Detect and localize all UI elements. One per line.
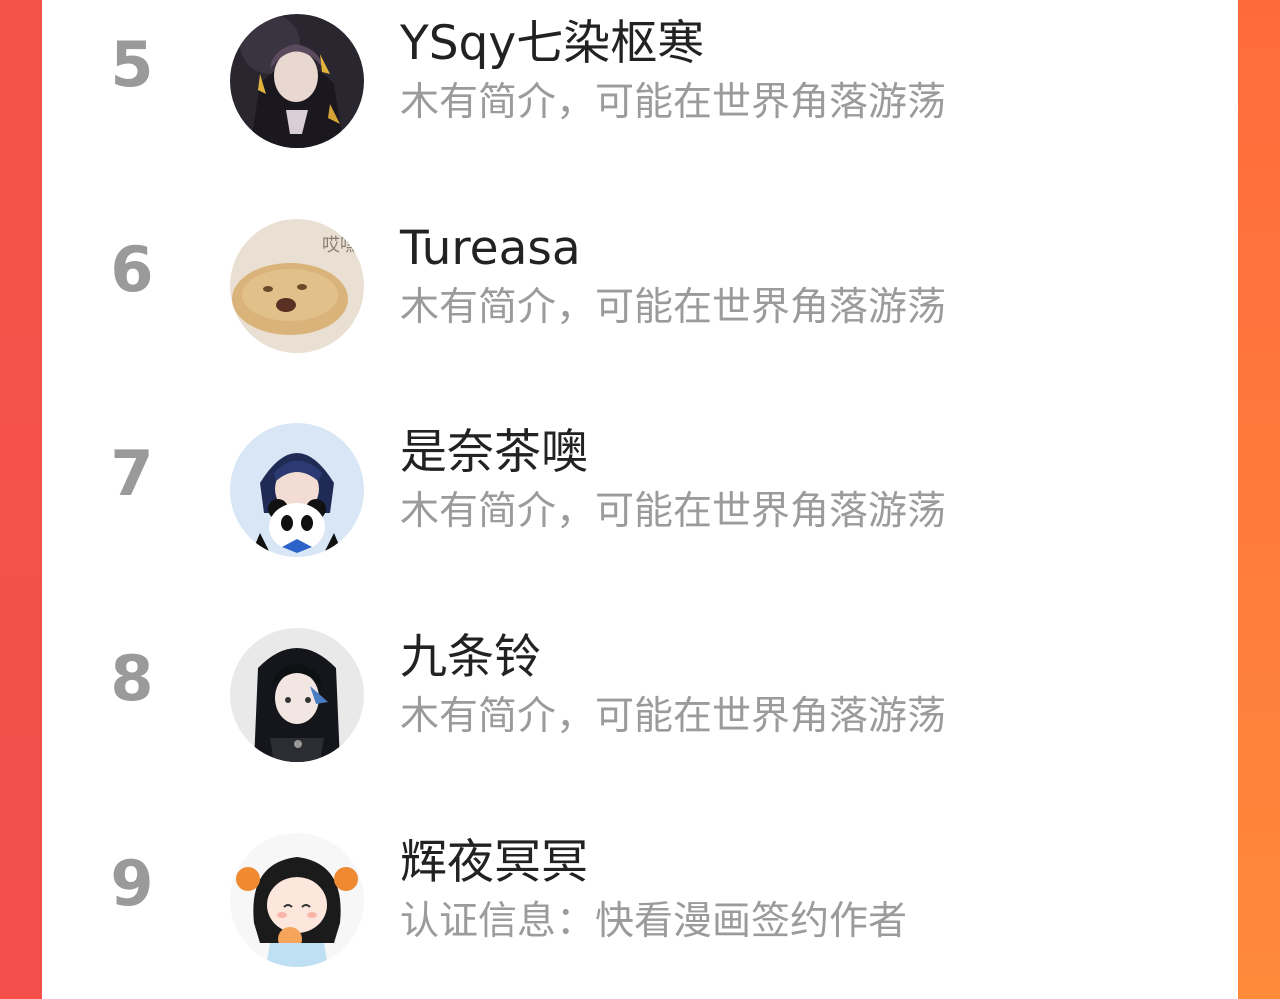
list-item[interactable]: 6 哎嘿 Tureasa 木有简介，可能在世界角落游荡	[42, 205, 1238, 355]
avatar-dark-anime-image	[230, 14, 364, 148]
user-name[interactable]: Tureasa	[400, 223, 581, 275]
user-description: 木有简介，可能在世界角落游荡	[400, 489, 947, 534]
avatar[interactable]	[230, 628, 364, 762]
rank-number: 7	[110, 437, 154, 510]
user-description: 木有简介，可能在世界角落游荡	[400, 80, 947, 125]
list-item[interactable]: 5 YSqy七染枢寒 木有简介，可能在世界角落游荡	[42, 0, 1238, 150]
list-item[interactable]: 8 九条铃 木有简介，可能在世界角落游荡	[42, 614, 1238, 764]
avatar-chibi-girl-image	[230, 833, 364, 967]
rank-number: 5	[110, 28, 154, 101]
user-description: 木有简介，可能在世界角落游荡	[400, 285, 947, 330]
user-name[interactable]: YSqy七染枢寒	[400, 18, 704, 70]
list-item[interactable]: 7 是奈茶噢 木有简介，可能在世界角落游荡	[42, 409, 1238, 559]
left-background-edge	[0, 0, 42, 999]
rank-number: 9	[110, 847, 154, 920]
rank-number: 6	[110, 233, 154, 306]
rank-number: 8	[110, 642, 154, 715]
avatar[interactable]	[230, 423, 364, 557]
user-name[interactable]: 九条铃	[400, 632, 541, 684]
user-name[interactable]: 辉夜冥冥	[400, 837, 588, 889]
right-background-edge	[1238, 0, 1280, 999]
avatar-caption: 哎嘿	[322, 235, 358, 256]
list-item[interactable]: 9 辉夜冥冥 认证信息：快看漫画签约作者	[42, 819, 1238, 969]
avatar-black-hair-girl-image	[230, 628, 364, 762]
avatar-panda-boy-image	[230, 423, 364, 557]
user-description: 木有简介，可能在世界角落游荡	[400, 694, 947, 739]
user-name[interactable]: 是奈茶噢	[400, 427, 588, 479]
avatar[interactable]: 哎嘿	[230, 219, 364, 353]
avatar[interactable]	[230, 14, 364, 148]
user-description: 认证信息：快看漫画签约作者	[400, 899, 908, 944]
ranking-card: 5 YSqy七染枢寒 木有简介，可能在世界角落游荡 6 哎嘿 Tureasa 木…	[42, 0, 1238, 999]
avatar[interactable]	[230, 833, 364, 967]
avatar-potato-meme-image: 哎嘿	[230, 219, 364, 353]
